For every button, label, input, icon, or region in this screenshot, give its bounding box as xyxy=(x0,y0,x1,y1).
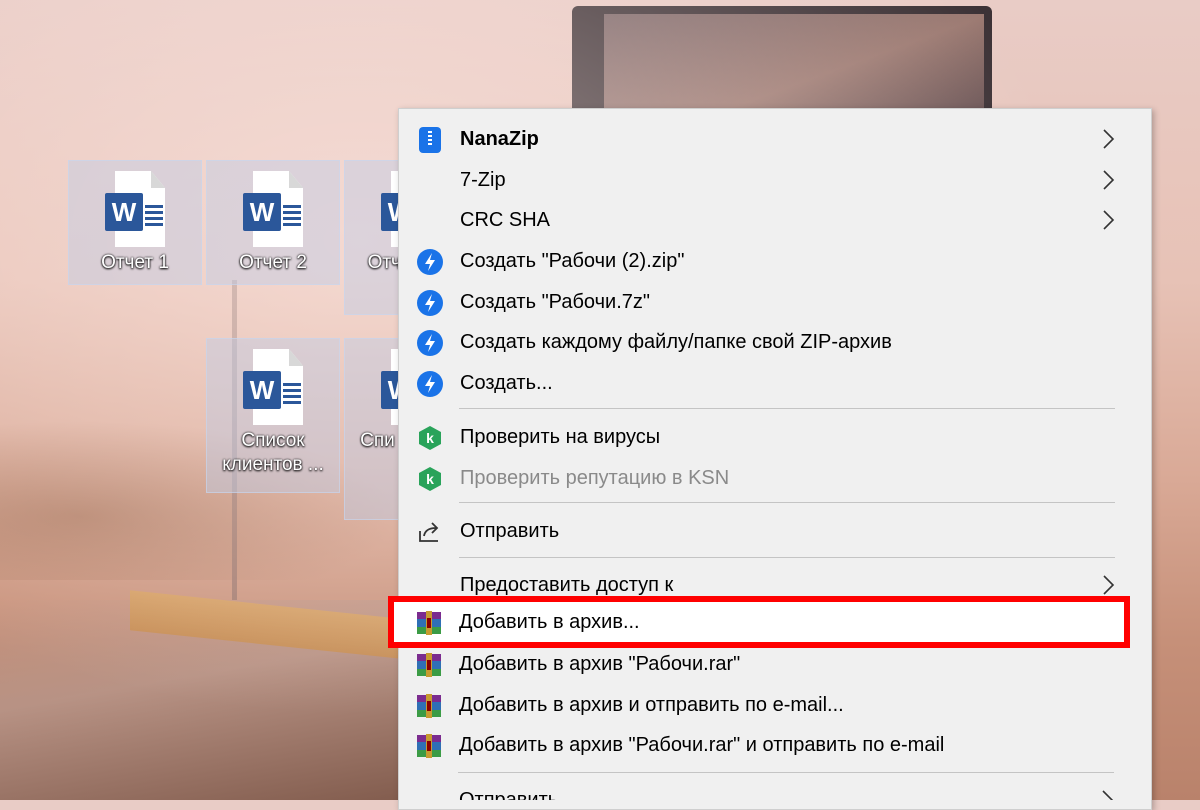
desktop-icon-label: Отчет 2 xyxy=(239,252,307,273)
menu-item-label: NanaZip xyxy=(460,128,539,150)
bolt-icon xyxy=(417,249,443,275)
menu-item-label: Создать "Рабочи.7z" xyxy=(460,291,650,313)
menu-separator xyxy=(459,502,1115,503)
menu-item-add-to-archive[interactable]: Добавить в архив... xyxy=(398,602,1150,642)
chevron-right-icon xyxy=(1103,210,1115,230)
menu-item-share[interactable]: Отправить xyxy=(399,511,1151,551)
menu-item-label: Добавить в архив... xyxy=(459,611,640,633)
word-document-icon: W xyxy=(243,171,303,247)
background-barrier xyxy=(130,590,410,660)
menu-item-label: Отправить xyxy=(459,789,559,800)
menu-item-7zip[interactable]: 7-Zip xyxy=(399,160,1151,200)
menu-item-crc-sha[interactable]: CRC SHA xyxy=(399,200,1151,240)
bolt-icon xyxy=(417,330,443,356)
background-billboard xyxy=(572,6,992,116)
background-billboard-screen xyxy=(604,14,984,110)
menu-item-label: Создать каждому файлу/папке свой ZIP-арх… xyxy=(460,331,892,353)
word-document-icon: W xyxy=(243,349,303,425)
winrar-icon xyxy=(417,611,441,635)
menu-item-label: Добавить в архив "Рабочи.rar" и отправит… xyxy=(459,734,945,756)
svg-text:k: k xyxy=(426,430,434,446)
desktop-icon-label: Список клиентов ... xyxy=(222,430,324,475)
menu-item-label: Отправить xyxy=(460,520,560,542)
menu-item-label: Создать "Рабочи (2).zip" xyxy=(460,250,685,272)
menu-item-create-zip[interactable]: Создать "Рабочи (2).zip" xyxy=(399,241,1151,281)
menu-item-scan-virus[interactable]: k Проверить на вирусы xyxy=(399,417,1151,457)
bolt-icon xyxy=(417,290,443,316)
menu-item-add-to-rar[interactable]: Добавить в архив "Рабочи.rar" xyxy=(398,644,1150,684)
winrar-icon xyxy=(417,653,441,677)
menu-item-label: Проверить на вирусы xyxy=(460,426,661,448)
nanazip-icon xyxy=(419,127,441,153)
menu-item-nanazip[interactable]: NanaZip xyxy=(399,119,1151,159)
menu-item-label: 7-Zip xyxy=(460,169,506,191)
menu-separator xyxy=(459,557,1115,558)
kaspersky-icon: k xyxy=(419,426,441,450)
chevron-right-icon xyxy=(1102,790,1114,800)
menu-item-label: Добавить в архив и отправить по e-mail..… xyxy=(459,694,844,716)
background-road xyxy=(0,600,420,800)
menu-item-create[interactable]: Создать... xyxy=(399,363,1151,403)
menu-item-check-reputation: k Проверить репутацию в KSN xyxy=(399,458,1151,498)
menu-item-label: Проверить репутацию в KSN xyxy=(460,467,730,489)
menu-item-label: Создать... xyxy=(460,372,553,394)
desktop-icon-report-1[interactable]: W Отчет 1 xyxy=(68,160,202,285)
chevron-right-icon xyxy=(1103,129,1115,149)
desktop-icon-label: Отчет 1 xyxy=(101,252,169,273)
menu-item-label: Предоставить доступ к xyxy=(460,574,674,596)
menu-item-label: CRC SHA xyxy=(460,209,551,231)
winrar-icon xyxy=(417,694,441,718)
chevron-right-icon xyxy=(1103,575,1115,595)
menu-item-add-and-email[interactable]: Добавить в архив и отправить по e-mail..… xyxy=(398,685,1150,725)
background-hill xyxy=(0,420,400,580)
bolt-icon xyxy=(417,371,443,397)
share-icon xyxy=(419,522,439,542)
desktop-icon-client-list[interactable]: W Список клиентов ... xyxy=(206,338,340,493)
menu-item-create-zip-each[interactable]: Создать каждому файлу/папке свой ZIP-арх… xyxy=(399,322,1151,362)
kaspersky-icon: k xyxy=(419,467,441,491)
word-document-icon: W xyxy=(105,171,165,247)
chevron-right-icon xyxy=(1103,170,1115,190)
menu-separator xyxy=(459,408,1115,409)
menu-item-add-rar-and-email[interactable]: Добавить в архив "Рабочи.rar" и отправит… xyxy=(398,725,1150,765)
svg-text:k: k xyxy=(426,471,434,487)
desktop-icon-report-2[interactable]: W Отчет 2 xyxy=(206,160,340,285)
menu-item-label: Добавить в архив "Рабочи.rar" xyxy=(459,653,741,675)
menu-item-send-to[interactable]: Отправить xyxy=(398,780,1150,800)
menu-item-create-7z[interactable]: Создать "Рабочи.7z" xyxy=(399,282,1151,322)
winrar-icon xyxy=(417,734,441,758)
